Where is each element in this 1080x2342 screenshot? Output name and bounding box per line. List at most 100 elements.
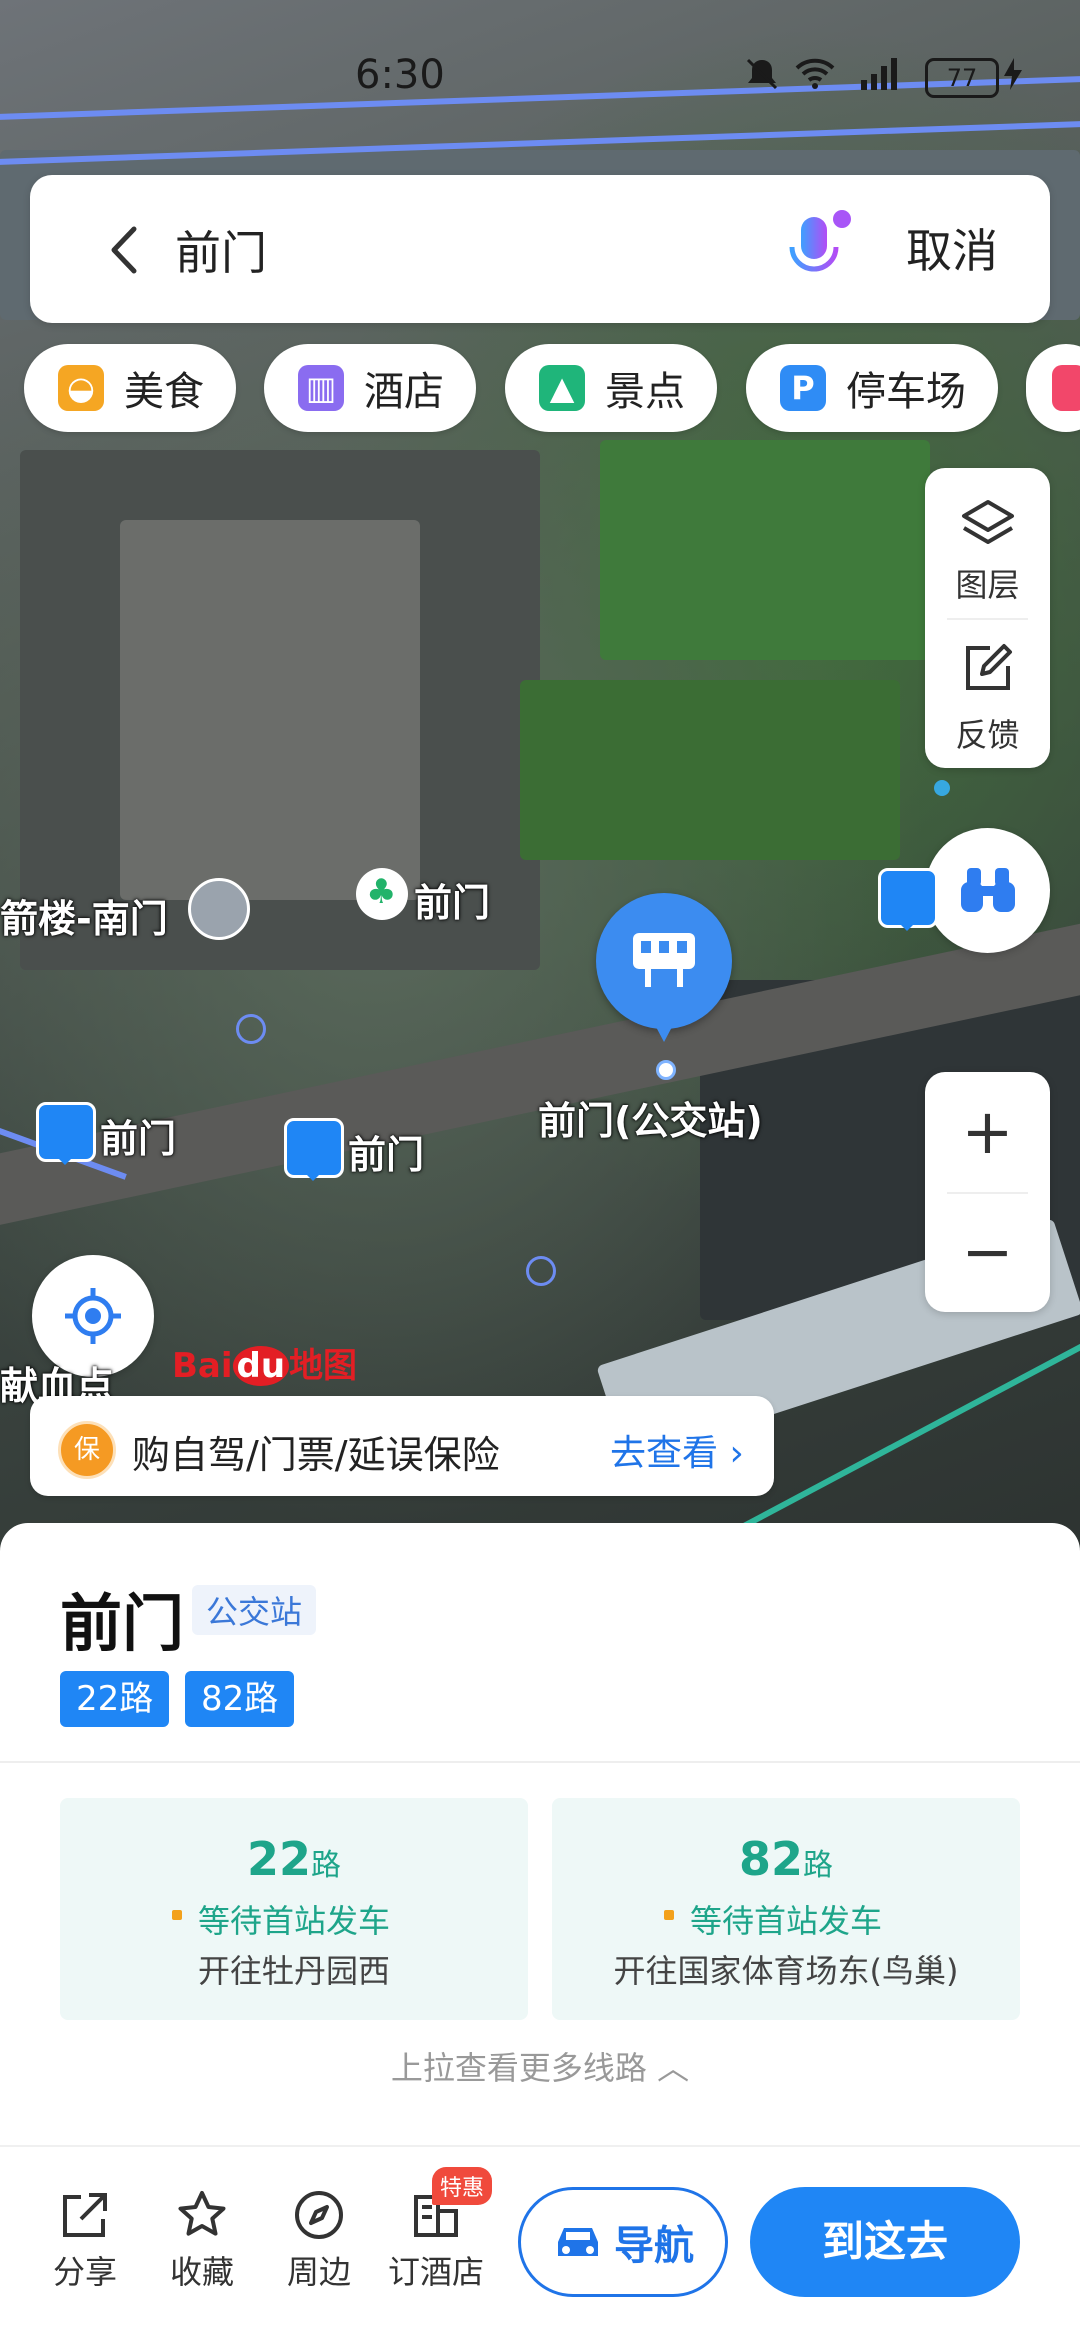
route-tag[interactable]: 82路 [185, 1671, 295, 1727]
route-status: 等待首站发车 [689, 1902, 882, 1940]
charging-icon [1004, 58, 1022, 90]
feedback-edit-icon [966, 644, 1012, 690]
category-parking[interactable]: P 停车场 [746, 344, 998, 432]
insurance-shield-icon: 保 [58, 1421, 116, 1479]
tree-area [600, 440, 930, 660]
car-icon [558, 2228, 598, 2256]
share-label: 分享 [52, 2253, 117, 2291]
crosshair-icon [65, 1288, 121, 1344]
route-node-dot [934, 780, 950, 796]
food-icon: ◒ [58, 365, 104, 411]
sheet-divider [0, 1761, 1080, 1763]
microphone-icon[interactable] [770, 205, 860, 295]
route-number: 82路 [552, 1832, 1020, 1886]
category-food[interactable]: ◒ 美食 [24, 344, 236, 432]
book-hotel-label: 订酒店 [387, 2253, 484, 2291]
parking-icon: P [780, 365, 826, 411]
hotel-deal-badge: 特惠 [432, 2167, 493, 2205]
zoom-in-button[interactable]: + [925, 1072, 1050, 1192]
building-roof [120, 520, 420, 900]
route-tag[interactable]: 22路 [60, 1671, 170, 1727]
chevron-up-icon: ︿ [657, 2049, 690, 2087]
category-label: 景点 [605, 369, 685, 415]
category-label: 停车场 [846, 369, 966, 415]
more-category-icon [1052, 365, 1080, 411]
selected-stop-label[interactable]: 前门(公交站) [538, 1090, 763, 1145]
layers-button[interactable]: 图层 [925, 468, 1050, 618]
feedback-button[interactable]: 反馈 [925, 618, 1050, 768]
route-node-dot [526, 1256, 556, 1286]
insurance-text: 购自驾/门票/延误保险 [132, 1433, 500, 1477]
bus-stop-marker-icon[interactable] [36, 1102, 96, 1165]
mute-icon [746, 58, 778, 90]
battery-indicator: 77 [925, 58, 999, 98]
route-destination: 开往牡丹园西 [197, 1952, 390, 1990]
street-view-button[interactable] [925, 828, 1050, 953]
route-card[interactable]: 22路 等待首站发车 开往牡丹园西 [60, 1798, 528, 2020]
binoculars-icon [961, 868, 1015, 912]
favorite-button[interactable]: 收藏 [147, 2189, 257, 2293]
scenic-icon: ▲ [539, 365, 585, 411]
zoom-out-button[interactable]: − [925, 1192, 1050, 1312]
pin-tip [647, 1010, 681, 1042]
poi-label-south-gate[interactable]: 箭楼-南门 [0, 888, 168, 943]
route-card[interactable]: 82路 等待首站发车 开往国家体育场东(鸟巢) [552, 1798, 1020, 2020]
category-scenic[interactable]: ▲ 景点 [505, 344, 717, 432]
park-marker-icon[interactable]: ♣ [356, 868, 408, 920]
route-status: 等待首站发车 [197, 1902, 390, 1940]
hotel-icon: ▥ [298, 365, 344, 411]
search-input[interactable]: 前门 [175, 217, 267, 283]
category-label: 酒店 [364, 369, 444, 415]
favorite-label: 收藏 [169, 2253, 234, 2291]
tree-area-2 [520, 680, 900, 860]
map-view[interactable]: 6:30 77 前门 取消 ◒ 美食 ▥ 酒店 ▲ 景点 P 停车场 图层 反馈… [0, 0, 1080, 1560]
bus-stop-marker-icon[interactable] [878, 868, 938, 931]
route-number-suffix: 路 [311, 1848, 341, 1883]
more-routes-label: 上拉查看更多线路 [390, 2049, 647, 2087]
logo-part: 地图 [289, 1346, 358, 1386]
signal-icon [861, 58, 897, 90]
logo-part: Bai [172, 1346, 233, 1386]
back-icon[interactable] [90, 215, 160, 285]
navigate-button[interactable]: 导航 [518, 2187, 728, 2297]
action-bar: 分享 收藏 周边 订酒店 特惠 导航 到这去 [0, 2145, 1080, 2342]
bus-stop-label[interactable]: 前门 [100, 1108, 176, 1163]
search-bar[interactable]: 前门 取消 [30, 175, 1050, 323]
logo-part: du [232, 1346, 290, 1386]
star-icon [178, 2191, 226, 2236]
category-hotel[interactable]: ▥ 酒店 [264, 344, 476, 432]
bus-stop-label[interactable]: 前门 [348, 1124, 424, 1179]
stop-type-badge: 公交站 [192, 1585, 317, 1635]
status-time: 6:30 [355, 52, 445, 98]
layers-label: 图层 [955, 566, 1020, 604]
poi-label-qianmen[interactable]: 前门 [414, 872, 490, 927]
nearby-button[interactable]: 周边 [264, 2189, 374, 2293]
more-routes-hint[interactable]: 上拉查看更多线路 ︿ [0, 2043, 1080, 2089]
selected-bus-stop-pin[interactable] [596, 893, 732, 1029]
baidu-map-logo: Bai du 地图 [172, 1338, 357, 1387]
nearby-label: 周边 [286, 2253, 351, 2291]
share-icon [63, 2193, 107, 2237]
go-here-button[interactable]: 到这去 [750, 2187, 1020, 2297]
insurance-link[interactable]: 去查看 › [610, 1424, 744, 1476]
category-more[interactable] [1026, 344, 1080, 432]
cancel-button[interactable]: 取消 [906, 215, 998, 281]
bus-stop-marker-icon[interactable] [284, 1118, 344, 1181]
map-tools-panel: 图层 反馈 [925, 468, 1050, 768]
compass-icon [295, 2191, 343, 2239]
insurance-link-label: 去查看 [610, 1433, 719, 1474]
poi-marker-gate-icon[interactable] [188, 878, 250, 940]
category-label: 美食 [124, 369, 204, 415]
zoom-controls: + − [925, 1072, 1050, 1312]
bus-stop-sign-icon [633, 933, 695, 987]
insurance-banner[interactable]: 保 购自驾/门票/延误保险 去查看 › [30, 1396, 774, 1496]
share-button[interactable]: 分享 [30, 2189, 140, 2293]
layers-icon [962, 500, 1014, 544]
route-destination: 开往国家体育场东(鸟巢) [613, 1952, 959, 1990]
navigate-label: 导航 [614, 2223, 694, 2269]
park-glyph: ♣ [366, 872, 397, 912]
route-number-suffix: 路 [803, 1848, 833, 1883]
wifi-icon [795, 58, 835, 89]
pin-anchor-dot [656, 1060, 676, 1080]
route-number-value: 82 [738, 1832, 803, 1886]
